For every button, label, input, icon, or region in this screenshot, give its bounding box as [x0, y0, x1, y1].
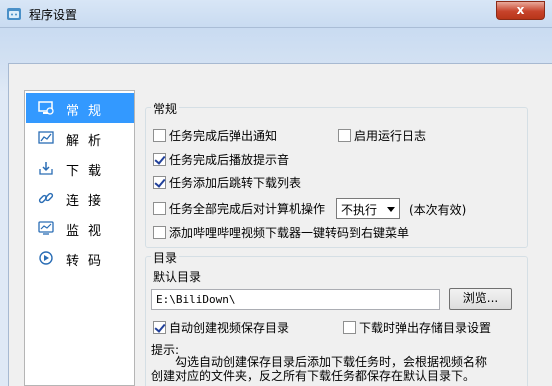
computer-action-label: 任务全部完成后对计算机操作: [169, 202, 326, 216]
computer-action-note: (本次有效): [409, 203, 467, 217]
context-menu-checkbox[interactable]: [153, 226, 166, 239]
default-directory-input[interactable]: [151, 289, 440, 310]
nav-item-label: 常规: [66, 104, 111, 119]
chart-icon: [38, 130, 54, 146]
nav-item-general[interactable]: 常规: [26, 93, 134, 123]
title-bar[interactable]: 程序设置 x: [0, 0, 552, 28]
link-icon: [38, 190, 54, 206]
directory-group-title: 目录: [151, 249, 180, 266]
download-icon: [38, 160, 54, 176]
play-sound-checkbox[interactable]: [153, 153, 166, 166]
popup-on-download-checkbox[interactable]: [343, 321, 356, 334]
jump-to-list-checkbox[interactable]: [153, 176, 166, 189]
nav-item-label: 监视: [66, 224, 111, 239]
hint-line-2: 创建对应的文件夹，反之所有下载任务都保存在默认目录下。: [151, 369, 476, 383]
context-menu-label: 添加哔哩哔哩视频下载器一键转码到右键菜单: [169, 226, 410, 240]
watch-icon: [38, 220, 54, 236]
nav-item-parse[interactable]: 解析: [26, 123, 134, 153]
browse-button[interactable]: 浏览...: [449, 288, 512, 310]
nav-item-download[interactable]: 下载: [26, 153, 134, 183]
nav-item-convert[interactable]: 转码: [26, 243, 134, 273]
nav-item-label: 解析: [66, 134, 111, 149]
auto-create-checkbox[interactable]: [153, 321, 166, 334]
nav-item-monitor[interactable]: 监视: [26, 213, 134, 243]
enable-log-label: 启用运行日志: [354, 129, 427, 143]
app-icon: [6, 6, 22, 22]
popup-on-download-label: 下载时弹出存储目录设置: [359, 321, 492, 335]
auto-create-label: 自动创建视频保存目录: [169, 321, 290, 335]
computer-action-select-value: 不执行: [341, 203, 378, 217]
monitor-settings-icon: [38, 100, 54, 116]
default-directory-label: 默认目录: [153, 270, 202, 284]
nav-item-label: 转码: [66, 254, 111, 269]
notify-on-complete-label: 任务完成后弹出通知: [169, 129, 278, 143]
window-title: 程序设置: [29, 8, 78, 22]
notify-on-complete-checkbox[interactable]: [153, 129, 166, 142]
chevron-down-icon: [387, 207, 395, 212]
nav-item-label: 连接: [66, 194, 111, 209]
general-group-title: 常规: [151, 100, 180, 117]
close-button[interactable]: x: [496, 1, 545, 20]
nav-item-connection[interactable]: 连接: [26, 183, 134, 213]
computer-action-select[interactable]: 不执行: [336, 198, 400, 219]
nav-item-label: 下载: [66, 164, 111, 179]
enable-log-checkbox[interactable]: [338, 129, 351, 142]
computer-action-checkbox[interactable]: [153, 202, 166, 215]
jump-to-list-label: 任务添加后跳转下载列表: [169, 176, 302, 190]
play-sound-label: 任务完成后播放提示音: [169, 153, 290, 167]
settings-nav: 常规 解析 下载 连接 监视 转码: [24, 90, 135, 386]
convert-icon: [38, 250, 54, 266]
